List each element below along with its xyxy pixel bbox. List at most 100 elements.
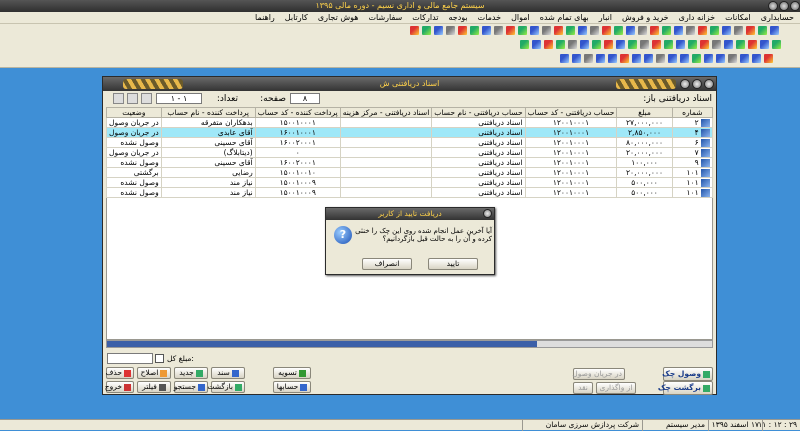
toolbar-icon[interactable]	[422, 26, 431, 35]
toolbar-icon[interactable]	[620, 54, 629, 63]
refresh-icon[interactable]	[127, 93, 138, 104]
toolbar-icon[interactable]	[652, 40, 661, 49]
receive-check-button[interactable]: وصول چک	[662, 367, 713, 381]
menu-orders[interactable]: سفارشات	[368, 13, 402, 22]
toolbar-icon[interactable]	[728, 54, 737, 63]
toolbar-icon[interactable]	[712, 40, 721, 49]
toolbar-icon[interactable]	[752, 54, 761, 63]
toolbar-icon[interactable]	[554, 26, 563, 35]
column-header[interactable]: وضعیت	[106, 107, 162, 118]
total-amount-field[interactable]	[107, 353, 153, 364]
table-row[interactable]: ۱۰۱ ۵۰۰,۰۰۰ ۱۲۰۰۱۰۰۰۱ اسناد دریافتنی ۱۵۰…	[106, 187, 714, 198]
maximize-icon[interactable]	[779, 1, 789, 11]
return-check-button[interactable]: برگشت چک	[658, 381, 713, 395]
close-icon[interactable]	[483, 209, 492, 218]
toolbar-icon[interactable]	[458, 26, 467, 35]
exit-button[interactable]: خروج	[105, 381, 134, 393]
toolbar-icon[interactable]	[628, 40, 637, 49]
toolbar-icon[interactable]	[724, 40, 733, 49]
toolbar-icon[interactable]	[746, 26, 755, 35]
menu-inbox[interactable]: کارتابل	[285, 13, 308, 22]
toolbar-icon[interactable]	[734, 26, 743, 35]
toolbar-icon[interactable]	[704, 54, 713, 63]
toolbar-icon[interactable]	[616, 40, 625, 49]
menu-bi[interactable]: هوش تجاری	[318, 13, 359, 22]
toolbar-icon[interactable]	[596, 54, 605, 63]
toolbar-icon[interactable]	[644, 54, 653, 63]
toolbar-icon[interactable]	[716, 54, 725, 63]
column-header[interactable]: پرداخت کننده - کد حساب	[254, 107, 341, 118]
toolbar-icon[interactable]	[640, 40, 649, 49]
toolbar-icon[interactable]	[626, 26, 635, 35]
toolbar-icon[interactable]	[758, 26, 767, 35]
settle-button[interactable]: تسویه	[273, 367, 311, 379]
table-row-selected[interactable]: ۴ ۲,۸۵۰,۰۰۰ ۱۲۰۰۱۰۰۰۱ اسناد دریافتنی ۱۶۰…	[106, 127, 714, 138]
toolbar-icon[interactable]	[566, 26, 575, 35]
column-header[interactable]: اسناد دریافتنی - مرکز هزینه	[339, 107, 433, 118]
menu-budget[interactable]: بودجه	[449, 13, 468, 22]
toolbar-icon[interactable]	[544, 40, 553, 49]
menu-buy-sell[interactable]: خرید و فروش	[622, 13, 669, 22]
toolbar-icon[interactable]	[434, 26, 443, 35]
toolbar-icon[interactable]	[764, 54, 773, 63]
menu-features[interactable]: امکانات	[725, 13, 751, 22]
toolbar-icon[interactable]	[604, 40, 613, 49]
toolbar-icon[interactable]	[650, 26, 659, 35]
toolbar-icon[interactable]	[530, 26, 539, 35]
table-row[interactable]: ۲ ۲۷,۰۰۰,۰۰۰ ۱۲۰۰۱۰۰۰۱ اسناد دریافتنی ۱۵…	[106, 117, 714, 128]
back-button[interactable]: بازگشت	[207, 381, 245, 393]
in-progress-button[interactable]: در جریان وصول	[572, 368, 625, 380]
toolbar-icon[interactable]	[542, 26, 551, 35]
menu-services[interactable]: خدمات	[478, 13, 501, 22]
menu-accounting[interactable]: حسابداری	[761, 13, 794, 22]
menu-warehouse[interactable]: انبار	[599, 13, 612, 22]
toolbar-icon[interactable]	[446, 26, 455, 35]
toolbar-icon[interactable]	[590, 26, 599, 35]
menu-treasury[interactable]: خزانه داری	[679, 13, 716, 22]
toolbar-icon[interactable]	[760, 40, 769, 49]
table-row[interactable]: ۷ ۲۰,۰۰۰,۰۰۰ ۱۲۰۰۱۰۰۰۱ اسناد دریافتنی ۰ …	[106, 147, 714, 158]
settings-icon[interactable]	[141, 93, 152, 104]
toolbar-icon[interactable]	[556, 40, 565, 49]
table-row[interactable]: ۹ ۱۰۰,۰۰۰ ۱۲۰۰۱۰۰۰۱ اسناد دریافتنی ۱۶۰۰۲…	[106, 157, 714, 168]
toolbar-icon[interactable]	[532, 40, 541, 49]
column-header[interactable]: شماره	[671, 107, 714, 118]
toolbar-icon[interactable]	[676, 40, 685, 49]
toolbar-icon[interactable]	[572, 54, 581, 63]
toolbar-icon[interactable]	[410, 26, 419, 35]
toolbar-icon[interactable]	[668, 54, 677, 63]
close-icon[interactable]	[704, 79, 714, 89]
toolbar-icon[interactable]	[772, 40, 781, 49]
toolbar-icon[interactable]	[700, 40, 709, 49]
toolbar-icon[interactable]	[722, 26, 731, 35]
menu-help[interactable]: راهنما	[255, 13, 275, 22]
table-row[interactable]: ۱۰۱ ۵۰۰,۰۰۰ ۱۲۰۰۱۰۰۰۱ اسناد دریافتنی ۱۵۰…	[106, 177, 714, 188]
close-icon[interactable]	[790, 1, 800, 11]
column-header[interactable]: حساب دریافتنی - نام حساب	[431, 107, 526, 118]
toolbar-icon[interactable]	[680, 54, 689, 63]
cash-button[interactable]: نقد	[573, 382, 593, 394]
from-transfer-button[interactable]: از واگذاری	[596, 382, 636, 394]
maximize-icon[interactable]	[692, 79, 702, 89]
toolbar-icon[interactable]	[614, 26, 623, 35]
edit-button[interactable]: اصلاح	[137, 367, 171, 379]
toolbar-icon[interactable]	[692, 54, 701, 63]
menu-cost[interactable]: بهای تمام شده	[540, 13, 589, 22]
toolbar-icon[interactable]	[710, 26, 719, 35]
delete-button[interactable]: حذف	[106, 367, 134, 379]
accounts-button[interactable]: حسابها	[273, 381, 311, 393]
toolbar-icon[interactable]	[608, 54, 617, 63]
toolbar-icon[interactable]	[482, 26, 491, 35]
toolbar-icon[interactable]	[656, 54, 665, 63]
toolbar-icon[interactable]	[584, 54, 593, 63]
toolbar-icon[interactable]	[736, 40, 745, 49]
scrollbar-thumb[interactable]	[107, 341, 537, 347]
toolbar-icon[interactable]	[632, 54, 641, 63]
toolbar-icon[interactable]	[578, 26, 587, 35]
cancel-button[interactable]: انصراف	[362, 258, 412, 270]
ok-button[interactable]: تایید	[428, 258, 478, 270]
table-row[interactable]: ۱۰۱ ۲۰,۰۰۰,۰۰۰ ۱۲۰۰۱۰۰۰۱ اسناد دریافتنی …	[106, 167, 714, 178]
horizontal-scrollbar[interactable]	[106, 340, 713, 348]
toolbar-icon[interactable]	[518, 26, 527, 35]
toolbar-icon[interactable]	[664, 40, 673, 49]
